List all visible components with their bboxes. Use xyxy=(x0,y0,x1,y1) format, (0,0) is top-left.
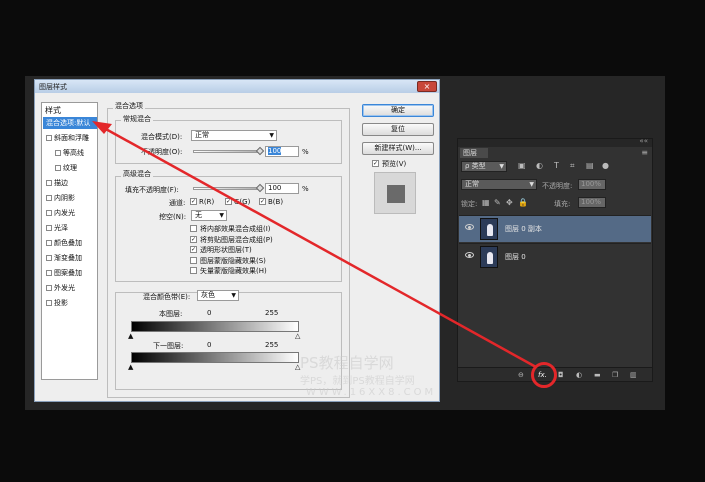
fx-highlight-circle xyxy=(531,362,557,388)
annotation-arrow xyxy=(92,121,537,369)
watermark-url: WWW.16XX8.COM xyxy=(306,387,437,398)
watermark-title: PS教程自学网 xyxy=(300,354,394,372)
annotation-arrow-line xyxy=(103,126,537,369)
watermark-subtitle: 学PS，就到PS教程自学网 xyxy=(300,376,415,387)
